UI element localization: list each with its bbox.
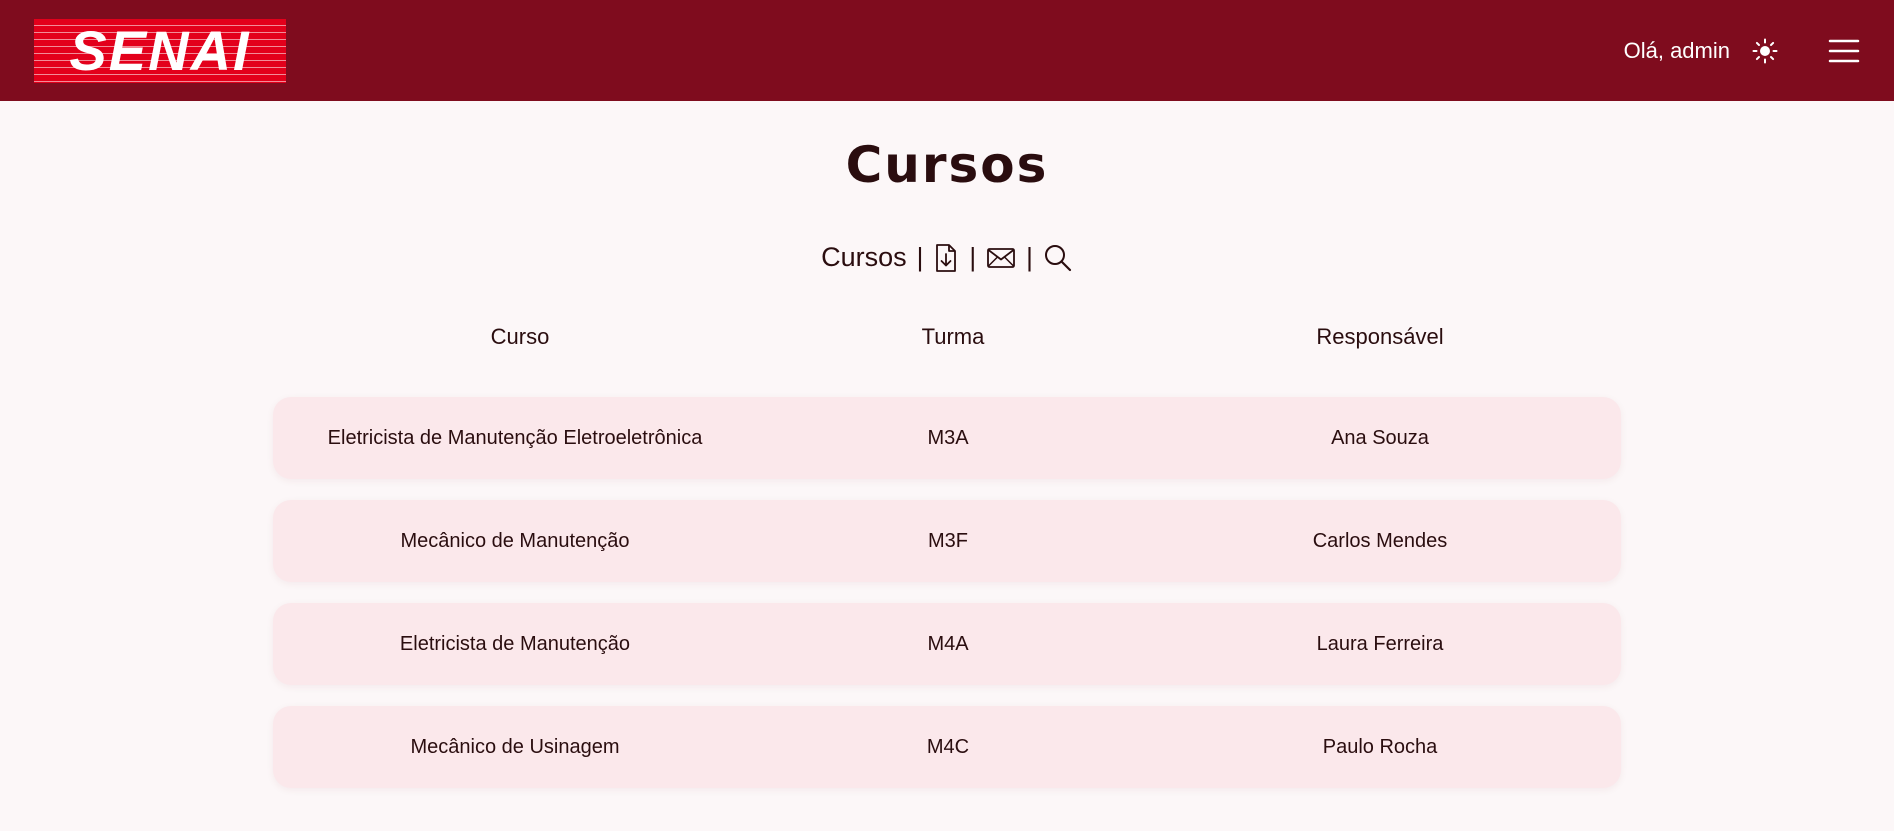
column-header-responsavel: Responsável (1316, 324, 1444, 349)
cell-responsavel: Laura Ferreira (1316, 632, 1444, 655)
toolbar-separator: | (1026, 242, 1033, 272)
search-icon[interactable] (1043, 243, 1073, 273)
column-header-turma: Turma (921, 324, 985, 349)
cell-turma: M3F (928, 529, 968, 552)
sun-icon[interactable] (1752, 38, 1778, 64)
table-row[interactable]: Mecânico de Manutenção M3F Carlos Mendes (273, 500, 1621, 582)
table-row[interactable]: Eletricista de Manutenção M4A Laura Ferr… (273, 603, 1621, 685)
page-title: Cursos (845, 136, 1049, 194)
cell-responsavel: Paulo Rocha (1322, 735, 1438, 758)
cell-responsavel: Carlos Mendes (1312, 529, 1448, 552)
table-row[interactable]: Mecânico de Usinagem M4C Paulo Rocha (273, 706, 1621, 788)
logo-text: SENAI (69, 18, 251, 82)
user-greeting: Olá, admin (1623, 37, 1730, 63)
header-actions: Olá, admin (1624, 38, 1860, 64)
cell-curso: Mecânico de Manutenção (400, 529, 630, 552)
cell-curso: Mecânico de Usinagem (410, 735, 620, 758)
toolbar-label: Cursos (821, 242, 907, 272)
table-body: Eletricista de Manutenção Eletroeletrôni… (273, 397, 1621, 788)
download-file-icon[interactable] (933, 243, 959, 273)
cell-turma: M4C (926, 735, 970, 758)
cell-curso: Eletricista de Manutenção (399, 632, 631, 655)
table-row[interactable]: Eletricista de Manutenção Eletroeletrôni… (273, 397, 1621, 479)
table-header: Curso Turma Responsável (273, 315, 1621, 359)
toolbar-separator: | (969, 242, 977, 272)
cell-turma: M3A (927, 426, 969, 449)
cell-responsavel: Ana Souza (1331, 426, 1429, 449)
toolbar-separator: | (916, 242, 924, 272)
column-header-curso: Curso (490, 324, 550, 349)
courses-table: Curso Turma Responsável Eletricista de M… (273, 315, 1621, 788)
hamburger-menu-icon[interactable] (1828, 38, 1860, 64)
senai-logo[interactable]: SENAI (34, 18, 286, 83)
cell-curso: Eletricista de Manutenção Eletroeletrôni… (327, 426, 703, 449)
courses-toolbar: Cursos | | | (0, 242, 1894, 273)
main-content: Cursos Cursos | | | Curso Turma Responsá… (0, 101, 1894, 788)
cell-turma: M4A (927, 632, 969, 655)
mail-icon[interactable] (986, 246, 1016, 270)
top-bar: SENAI Olá, admin (0, 0, 1894, 101)
